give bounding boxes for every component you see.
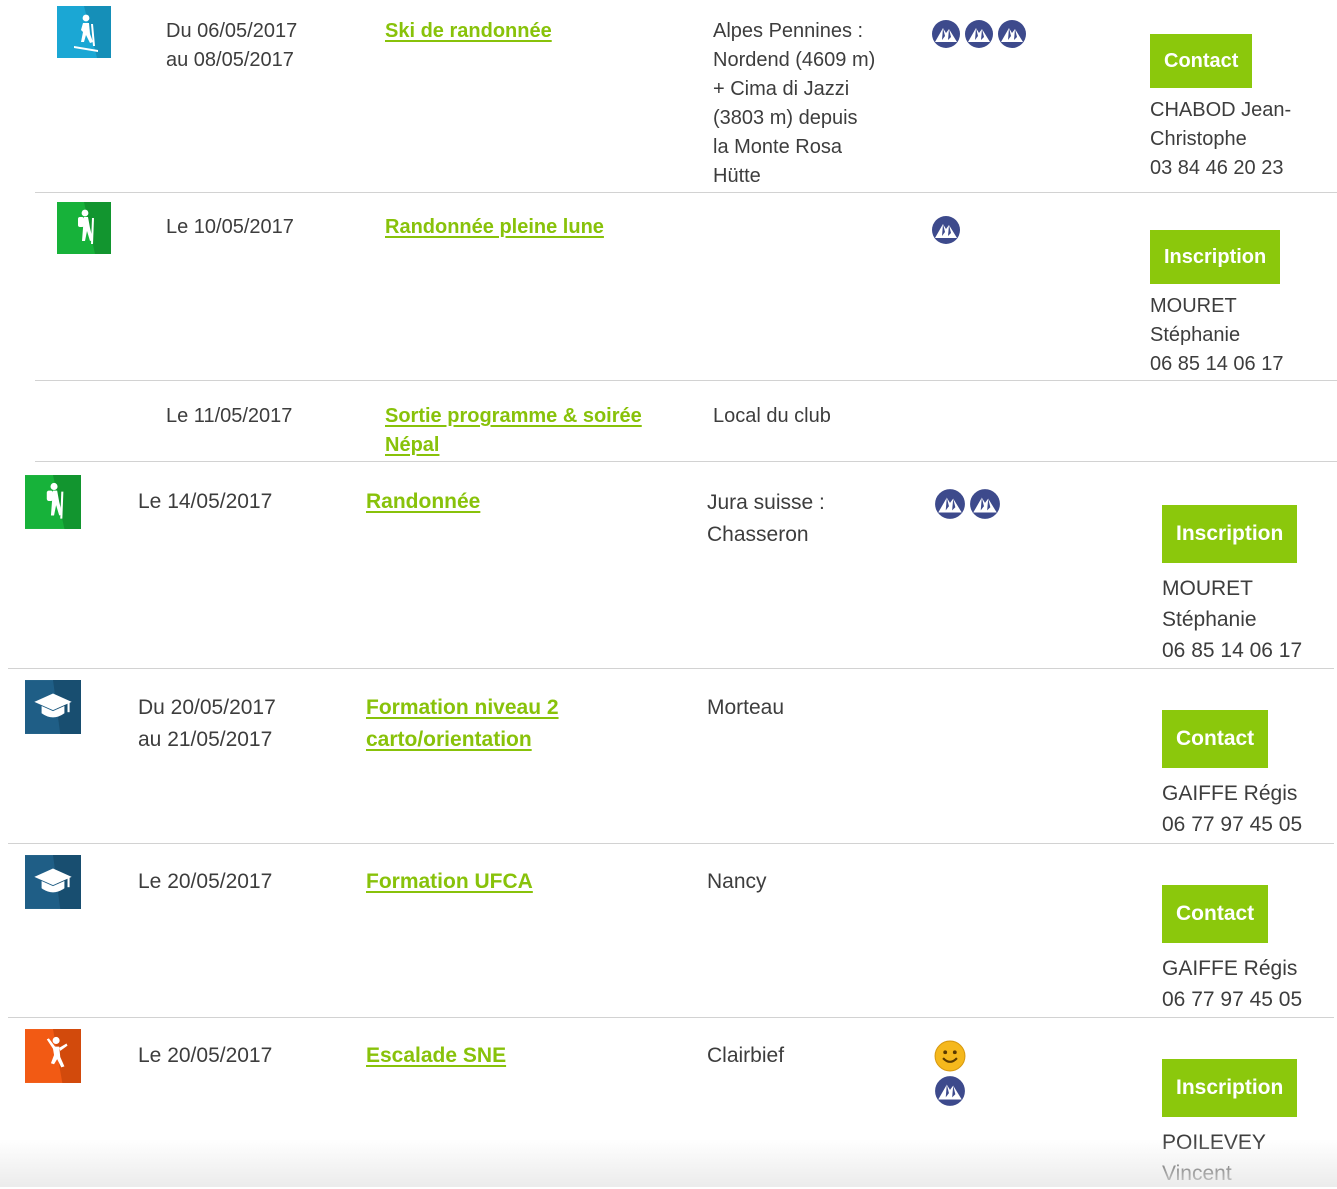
outing-row: Le 20/05/2017 Escalade SNE Clairbief Ins…	[0, 1018, 1337, 1187]
registration-button[interactable]: Inscription	[1162, 1059, 1298, 1117]
contact-button[interactable]: Contact	[1150, 34, 1253, 88]
outing-date: Du 20/05/2017	[138, 696, 276, 719]
difficulty-level	[934, 1040, 966, 1107]
outing-title-link[interactable]: Randonnée	[366, 487, 480, 516]
mountain-level-icon	[932, 20, 960, 48]
outing-place: Alpes Pennines : Nordend (4609 m) + Cima…	[713, 20, 876, 187]
outing-title-link[interactable]: Sortie programme & soirée	[385, 402, 642, 431]
ski-touring-icon	[57, 6, 111, 58]
climbing-icon	[25, 1029, 81, 1083]
organizer-contact: POILEVEY Vincent	[1162, 1131, 1266, 1185]
outing-title-link[interactable]: Escalade SNE	[366, 1040, 506, 1072]
outing-row: Le 11/05/2017 Sortie programme & soirée …	[0, 382, 1337, 463]
outing-date: Le 14/05/2017	[138, 490, 273, 513]
registration-button[interactable]: Inscription	[1150, 230, 1281, 284]
outing-row: Le 14/05/2017 Randonnée Jura suisse : Ch…	[0, 463, 1337, 669]
mountain-level-icon	[970, 489, 1000, 519]
outing-title-link[interactable]: Formation UFCA	[366, 866, 533, 898]
mountain-level-icon	[935, 1076, 965, 1106]
outing-place: Clairbief	[707, 1044, 785, 1067]
outing-row: Du 06/05/2017 au 08/05/2017 Ski de rando…	[0, 0, 1337, 194]
organizer-contact: GAIFFE Régis 06 77 97 45 05	[1162, 782, 1303, 836]
outing-title-link[interactable]: Ski de randonnée	[385, 17, 552, 46]
hiking-icon	[57, 202, 111, 254]
contact-button[interactable]: Contact	[1162, 710, 1269, 768]
outing-title-link-continued[interactable]: Népal	[385, 431, 439, 460]
organizer-contact: GAIFFE Régis 06 77 97 45 05	[1162, 957, 1303, 1011]
organizer-contact: MOURET Stéphanie 06 85 14 06 17	[1162, 577, 1303, 662]
graduation-cap-icon	[25, 680, 81, 734]
smiley-icon	[934, 1040, 966, 1072]
outing-place: Morteau	[707, 696, 785, 719]
row-divider	[35, 192, 1337, 193]
outing-place: Jura suisse : Chasseron	[707, 491, 825, 546]
row-divider	[35, 380, 1337, 381]
outing-date: Le 11/05/2017	[166, 405, 293, 427]
graduation-cap-icon	[25, 855, 81, 909]
organizer-contact: MOURET Stéphanie 06 85 14 06 17	[1150, 295, 1284, 375]
outing-date: Le 10/05/2017	[166, 216, 294, 238]
outing-row: Le 10/05/2017 Randonnée pleine lune Insc…	[0, 194, 1337, 382]
outing-place: Nancy	[707, 870, 767, 893]
outing-date-end: au 08/05/2017	[166, 49, 294, 71]
outing-title-link-continued[interactable]: carto/orientation	[366, 724, 532, 756]
mountain-level-icon	[935, 489, 965, 519]
outing-date: Du 06/05/2017	[166, 20, 298, 42]
mountain-level-icon	[965, 20, 993, 48]
mountain-level-icon	[998, 20, 1026, 48]
outing-date-end: au 21/05/2017	[138, 728, 273, 751]
hiking-icon	[25, 475, 81, 529]
difficulty-level	[931, 215, 961, 245]
row-divider	[35, 461, 1337, 462]
outing-row: Du 20/05/2017 au 21/05/2017 Formation ni…	[0, 669, 1337, 844]
outing-title-link[interactable]: Formation niveau 2	[366, 692, 559, 724]
organizer-contact: CHABOD Jean- Christophe 03 84 46 20 23	[1150, 99, 1292, 179]
registration-button[interactable]: Inscription	[1162, 505, 1298, 563]
outing-date: Le 20/05/2017	[138, 1044, 273, 1067]
outing-title-link[interactable]: Randonnée pleine lune	[385, 213, 604, 242]
difficulty-level	[931, 19, 1027, 49]
outing-row: Le 20/05/2017 Formation UFCA Nancy Conta…	[0, 844, 1337, 1018]
contact-button[interactable]: Contact	[1162, 885, 1269, 943]
difficulty-level	[934, 488, 1001, 520]
outing-place: Local du club	[713, 405, 831, 427]
outing-date: Le 20/05/2017	[138, 870, 273, 893]
mountain-level-icon	[932, 216, 960, 244]
